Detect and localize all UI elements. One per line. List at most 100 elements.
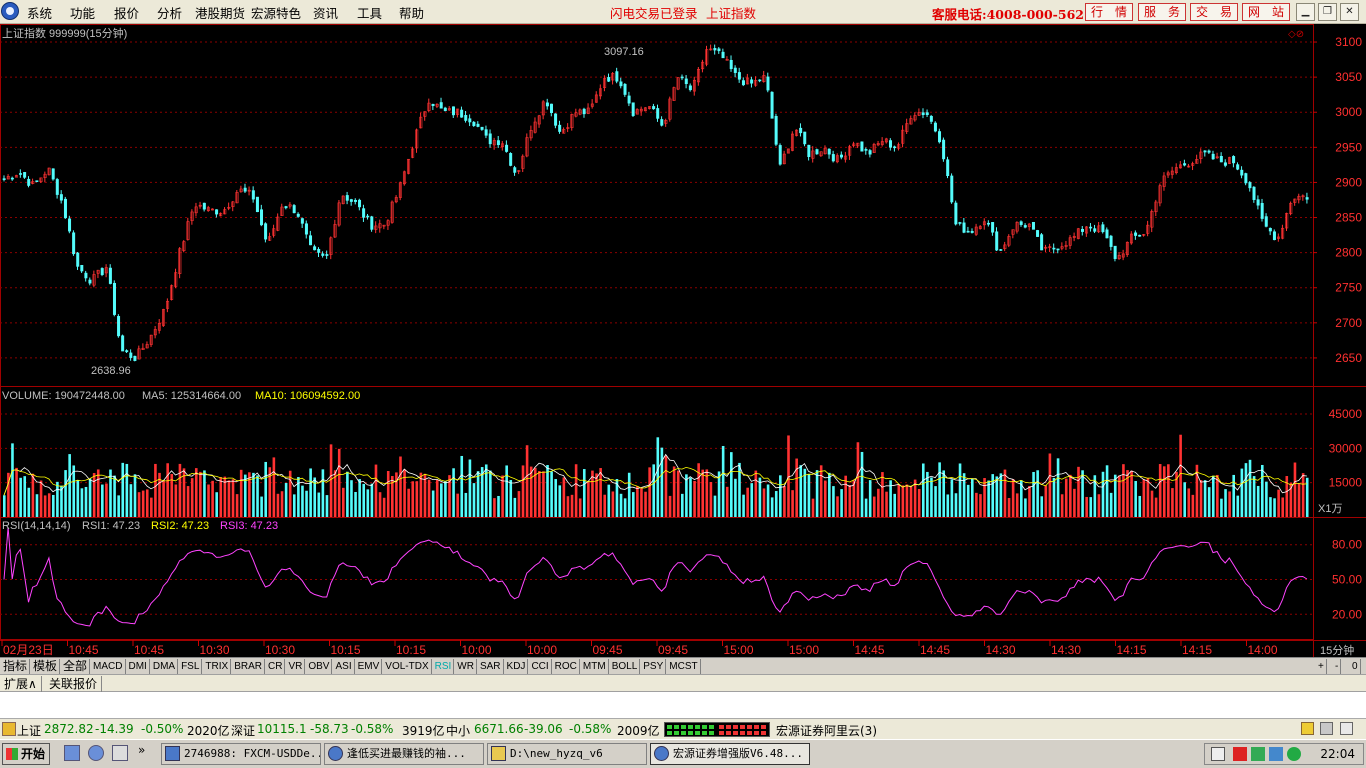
index-icon[interactable] [2, 722, 16, 736]
indicator-tab-模板[interactable]: 模板 [31, 659, 61, 674]
indicator-tab-wr[interactable]: WR [455, 659, 477, 674]
volume-bar [779, 475, 782, 517]
keyboard-icon[interactable] [1211, 747, 1225, 761]
indicator-tab-dma[interactable]: DMA [151, 659, 179, 674]
menu-quote[interactable]: 报价 [114, 3, 139, 22]
volume-bar [644, 491, 647, 517]
menu-news[interactable]: 资讯 [313, 3, 338, 22]
indicator-tab-mtm[interactable]: MTM [581, 659, 609, 674]
candle-body [815, 149, 819, 155]
volume-bar [484, 464, 488, 517]
indicator-tab-obv[interactable]: OBV [306, 659, 333, 674]
update-icon[interactable] [1287, 747, 1301, 761]
candle-body [1244, 173, 1248, 184]
indicator-tab-vol-tdx[interactable]: VOL-TDX [383, 659, 432, 674]
taskbar-item-fxcm[interactable]: 2746988: FXCM-USDDe... [161, 743, 321, 765]
menu-analysis[interactable]: 分析 [157, 3, 182, 22]
candle-body [1305, 197, 1309, 200]
indicator-tab-vr[interactable]: VR [286, 659, 306, 674]
settings-icon[interactable] [1340, 722, 1353, 735]
chart-tools-icon[interactable]: ◇⊘ [1288, 29, 1304, 40]
candle-body [125, 350, 129, 353]
candle-body [1256, 199, 1260, 206]
indicator-tab-roc[interactable]: ROC [553, 659, 580, 674]
taskbar-item-hongyuan[interactable]: 宏源证券增强版V6.48... [650, 743, 810, 765]
volume-bar [145, 489, 149, 517]
website-button[interactable]: 网 站 [1242, 3, 1290, 21]
expand-tab[interactable]: 扩展∧ [0, 676, 42, 692]
x-tick-label: 10:00 [527, 643, 557, 657]
chart-area[interactable]: 3100 3050 3000 2950 2900 2850 2800 2750 2700 2650… [0, 24, 1366, 657]
x-tick-label: 14:30 [1051, 643, 1081, 657]
indicator-tab-psy[interactable]: PSY [641, 659, 667, 674]
flag-icon[interactable] [1233, 747, 1247, 761]
service-button[interactable]: 服 务 [1138, 3, 1186, 21]
minimize-icon[interactable]: ▁ [1296, 3, 1315, 21]
x-tick-label: 09:45 [658, 643, 688, 657]
candle-body [27, 178, 31, 186]
indicator-tab-全部[interactable]: 全部 [61, 659, 91, 674]
indicator-tab-rsi[interactable]: RSI [433, 659, 455, 674]
menu-tools[interactable]: 工具 [357, 3, 382, 22]
indicator-tab-dmi[interactable]: DMI [127, 659, 150, 674]
desktop-icon[interactable] [64, 745, 80, 761]
trade-button[interactable]: 交 易 [1190, 3, 1238, 21]
candle-body [1101, 224, 1105, 233]
indicator-tab-emv[interactable]: EMV [356, 659, 383, 674]
menu-system[interactable]: 系统 [27, 3, 52, 22]
volume-bar [701, 469, 705, 517]
security-icon[interactable] [1269, 747, 1283, 761]
window-icon[interactable] [112, 745, 128, 761]
menu-function[interactable]: 功能 [70, 3, 95, 22]
candle-body [480, 126, 484, 130]
candle-body [121, 335, 125, 352]
indicator-tab-mcst[interactable]: MCST [667, 659, 701, 674]
volume-bar [901, 485, 905, 517]
zoom-in-button[interactable]: + [1316, 659, 1327, 674]
menu-help[interactable]: 帮助 [399, 3, 424, 22]
restore-icon[interactable]: ❐ [1318, 3, 1337, 21]
candle-body [1223, 162, 1227, 166]
volume-bar [509, 480, 513, 517]
app-icon[interactable] [1, 2, 19, 20]
indicator-tab-brar[interactable]: BRAR [232, 659, 265, 674]
volume-bar [885, 491, 888, 517]
candle-body [460, 109, 464, 118]
volume-bar [47, 493, 51, 517]
taskbar-item-folder[interactable]: D:\new_hyzq_v6 [487, 743, 647, 765]
volume-bar [717, 471, 721, 517]
network-icon[interactable] [1251, 747, 1265, 761]
indicator-tab-cci[interactable]: CCI [529, 659, 552, 674]
alert-icon[interactable] [1301, 722, 1314, 735]
indicator-tab-指标[interactable]: 指标 [1, 659, 31, 674]
volume-bar [570, 494, 574, 517]
volume-bar [468, 459, 472, 517]
volume-bar [276, 493, 280, 517]
volume-bar [493, 498, 496, 517]
menu-hk-futures[interactable]: 港股期货 [195, 3, 245, 22]
indicator-tab-fsl[interactable]: FSL [179, 659, 203, 674]
indicator-tab-macd[interactable]: MACD [91, 659, 126, 674]
ie-icon[interactable] [88, 745, 104, 761]
market-button[interactable]: 行 情 [1085, 3, 1133, 21]
indicator-tab-trix[interactable]: TRIX [203, 659, 232, 674]
indicator-tab-sar[interactable]: SAR [478, 659, 504, 674]
indicator-tab-kdj[interactable]: KDJ [505, 659, 529, 674]
indicator-tab-asi[interactable]: ASI [333, 659, 355, 674]
menu-hongyuan[interactable]: 宏源特色 [251, 3, 301, 22]
volume-bar [995, 476, 999, 517]
close-icon[interactable]: ✕ [1340, 3, 1359, 21]
volume-bar [611, 491, 615, 517]
indicator-tab-boll[interactable]: BOLL [610, 659, 641, 674]
sz-amount: 3919亿 [402, 724, 445, 738]
volume-bar [415, 481, 419, 517]
zoom-out-button[interactable]: - [1333, 659, 1342, 674]
start-button[interactable]: 开始 [2, 743, 50, 765]
chevron-icon[interactable]: » [138, 743, 145, 757]
candle-body [313, 246, 317, 251]
reset-zoom-button[interactable]: 0 [1350, 659, 1361, 674]
indicator-tab-cr[interactable]: CR [266, 659, 286, 674]
taskbar-item-ie[interactable]: 逢低买进最赚钱的袖... [324, 743, 484, 765]
related-quotes-tab[interactable]: 关联报价 [45, 676, 103, 692]
connection-icon[interactable] [1320, 722, 1333, 735]
